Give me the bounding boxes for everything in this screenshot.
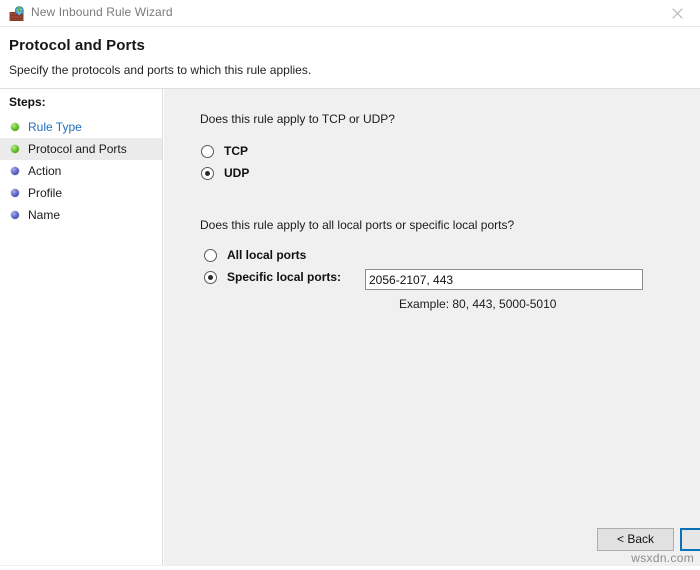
radio-all-local-ports-label: All local ports	[227, 248, 307, 262]
back-button[interactable]: < Back	[597, 528, 674, 551]
sidebar-item-action[interactable]: Action	[0, 160, 162, 182]
close-icon	[671, 7, 683, 19]
green-bullet-icon	[11, 145, 19, 153]
window-bottom-edge	[0, 565, 700, 570]
sidebar-item-label: Rule Type	[28, 120, 82, 134]
sidebar-item-protocol-and-ports[interactable]: Protocol and Ports	[0, 138, 162, 160]
radio-specific-local-ports-indicator	[204, 270, 217, 284]
blue-bullet-icon	[11, 211, 19, 219]
protocol-question-label: Does this rule apply to TCP or UDP?	[200, 112, 395, 126]
steps-heading: Steps:	[9, 95, 46, 109]
radio-tcp-indicator	[201, 144, 214, 158]
window-title: New Inbound Rule Wizard	[31, 5, 173, 19]
page-header: Protocol and Ports Specify the protocols…	[0, 27, 700, 88]
radio-tcp[interactable]: TCP	[201, 144, 248, 158]
steps-sidebar: Steps: Rule Type Protocol and Ports Acti…	[0, 89, 163, 565]
steps-list: Rule Type Protocol and Ports Action Prof…	[0, 116, 162, 226]
next-button[interactable]: Next >	[680, 528, 700, 551]
ports-question-label: Does this rule apply to all local ports …	[200, 218, 515, 232]
radio-udp-indicator	[201, 166, 214, 180]
radio-udp[interactable]: UDP	[201, 166, 249, 180]
page-subtitle: Specify the protocols and ports to which…	[9, 63, 312, 77]
title-bar: New Inbound Rule Wizard	[0, 0, 700, 27]
sidebar-item-profile[interactable]: Profile	[0, 182, 162, 204]
sidebar-item-label: Protocol and Ports	[28, 142, 127, 156]
watermark: wsxdn.com	[631, 551, 694, 565]
radio-specific-local-ports-label: Specific local ports:	[227, 270, 342, 284]
close-button[interactable]	[654, 0, 700, 26]
green-bullet-icon	[11, 123, 19, 131]
sidebar-item-name[interactable]: Name	[0, 204, 162, 226]
ports-example-hint: Example: 80, 443, 5000-5010	[399, 297, 557, 311]
radio-specific-local-ports[interactable]: Specific local ports:	[204, 270, 341, 284]
sidebar-item-label: Action	[28, 164, 62, 178]
blue-bullet-icon	[11, 167, 19, 175]
radio-tcp-label: TCP	[224, 144, 248, 158]
sidebar-item-label: Name	[28, 208, 61, 222]
radio-all-local-ports-indicator	[204, 248, 217, 262]
blue-bullet-icon	[11, 189, 19, 197]
sidebar-item-rule-type[interactable]: Rule Type	[0, 116, 162, 138]
firewall-globe-icon	[9, 6, 25, 22]
radio-all-local-ports[interactable]: All local ports	[204, 248, 306, 262]
specific-local-ports-input[interactable]	[365, 269, 643, 290]
sidebar-item-label: Profile	[28, 186, 63, 200]
page-title: Protocol and Ports	[9, 37, 145, 54]
wizard-window: New Inbound Rule Wizard Protocol and Por…	[0, 0, 700, 570]
content-panel: Does this rule apply to TCP or UDP? TCP …	[164, 89, 700, 565]
radio-udp-label: UDP	[224, 166, 250, 180]
